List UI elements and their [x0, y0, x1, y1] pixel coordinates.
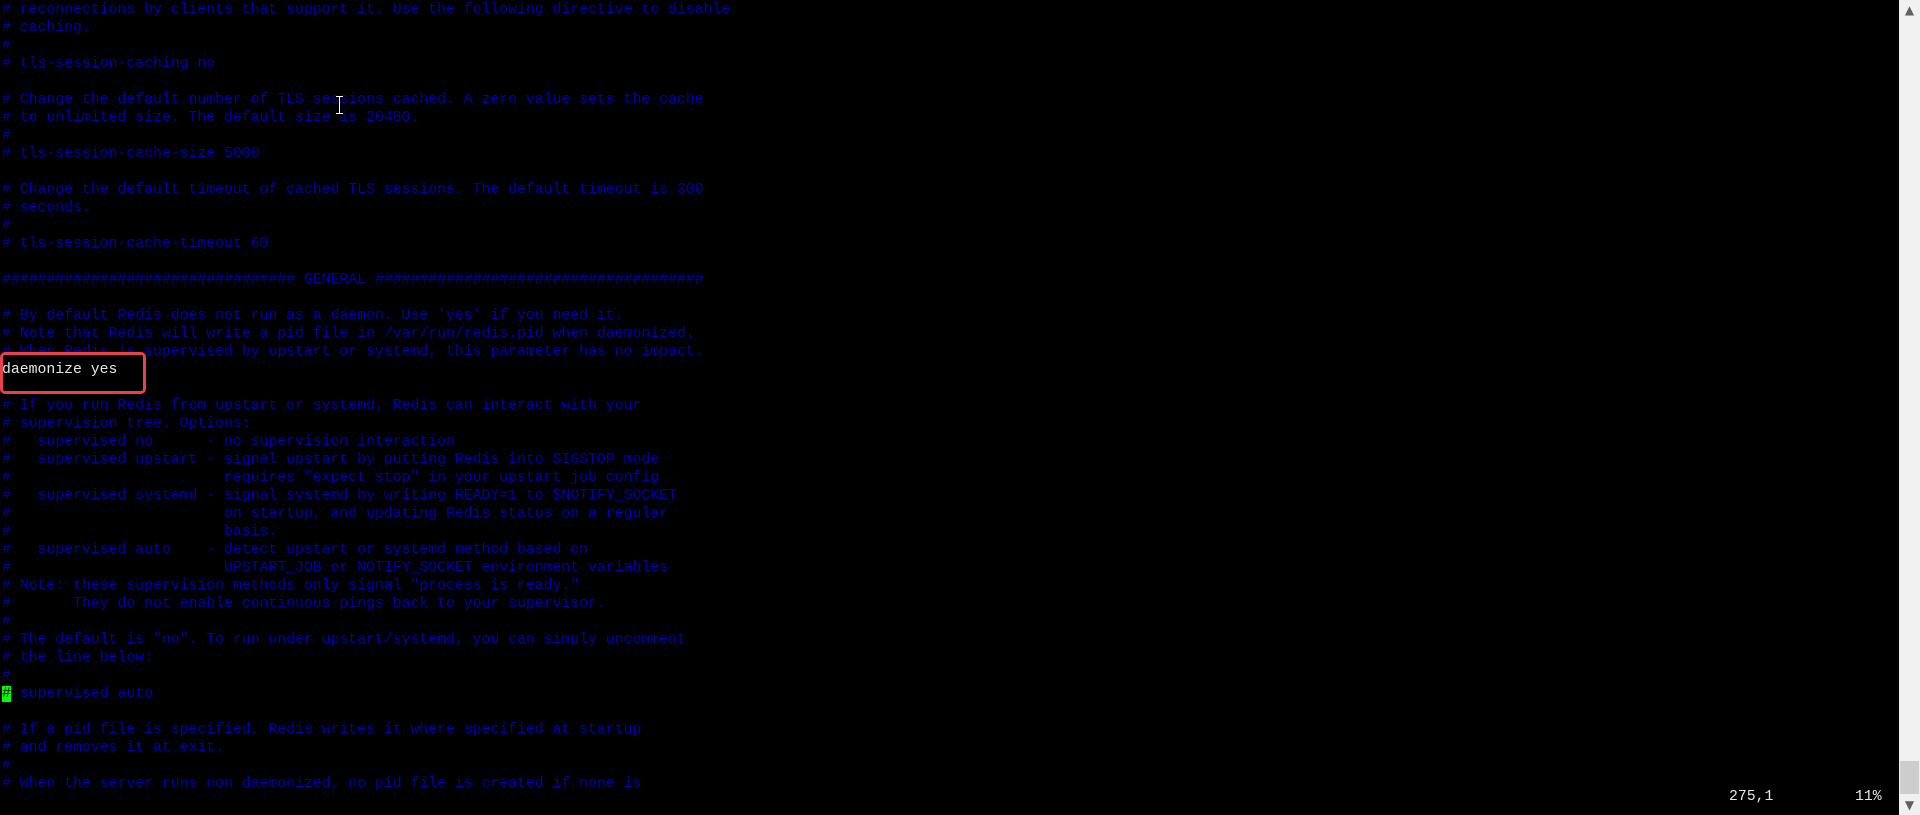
config-line: # They do not enable continuous pings ba…	[2, 596, 606, 612]
config-line: # to unlimited size. The default size is…	[2, 110, 420, 126]
config-line: # Note that Redis will write a pid file …	[2, 326, 695, 342]
config-line: # By default Redis does not run as a dae…	[2, 308, 624, 324]
cursor-position-readout: 275,1	[1729, 789, 1774, 805]
scrollbar-thumb[interactable]	[1900, 761, 1919, 794]
config-line: # The default is "no". To run under upst…	[2, 632, 686, 648]
config-line: # requires "expect stop" in your upstart…	[2, 470, 660, 486]
vim-cursor: #	[2, 686, 11, 702]
config-line: # the line below:	[2, 650, 153, 666]
config-line: # reconnections by clients that support …	[2, 2, 731, 18]
daemonize-setting-line: daemonize yes	[2, 362, 118, 378]
config-line: # basis.	[2, 524, 278, 540]
vertical-scrollbar[interactable]: ▲ ▼	[1899, 0, 1920, 815]
config-line: # When the server runs non daemonized, n…	[2, 776, 642, 792]
config-line: # supervision tree. Options:	[2, 416, 251, 432]
config-line: # caching.	[2, 20, 91, 36]
config-line: #	[2, 128, 11, 144]
config-line: # supervised upstart - signal upstart by…	[2, 452, 660, 468]
config-line: #	[2, 38, 11, 54]
config-line: #	[2, 614, 11, 630]
config-line: # If you run Redis from upstart or syste…	[2, 398, 642, 414]
terminal-window[interactable]: # reconnections by clients that support …	[0, 0, 1899, 815]
config-line: # seconds.	[2, 200, 91, 216]
config-line: # tls-session-cache-timeout 60	[2, 236, 269, 252]
config-line: #	[2, 668, 11, 684]
config-line: # Change the default number of TLS sessi…	[2, 92, 704, 108]
config-line: # tls-session-cache-size 5000	[2, 146, 260, 162]
config-line: #	[2, 218, 11, 234]
config-line: # supervised auto	[2, 686, 153, 702]
text-cursor-icon	[336, 96, 343, 114]
config-line: # supervised auto - detect upstart or sy…	[2, 542, 589, 558]
scroll-up-icon[interactable]: ▲	[1899, 0, 1920, 20]
config-line: # and removes it at exit.	[2, 740, 224, 756]
config-line: #	[2, 758, 11, 774]
config-line: # Change the default timeout of cached T…	[2, 182, 704, 198]
scroll-down-icon[interactable]: ▼	[1899, 795, 1920, 815]
config-line: # Note: these supervision methods only s…	[2, 578, 580, 594]
config-line: # on startup, and updating Redis status …	[2, 506, 668, 522]
config-line: # supervised systemd - signal systemd by…	[2, 488, 677, 504]
config-line: # tls-session-caching no	[2, 56, 216, 72]
config-line: ################################# GENERA…	[2, 272, 704, 288]
config-line: # supervised no - no supervision interac…	[2, 434, 455, 450]
config-line: # When Redis is supervised by upstart or…	[2, 344, 704, 360]
scroll-percent-readout: 11%	[1855, 789, 1882, 805]
config-line: # If a pid file is specified, Redis writ…	[2, 722, 642, 738]
config-line: # UPSTART_JOB or NOTIFY_SOCKET environme…	[2, 560, 668, 576]
